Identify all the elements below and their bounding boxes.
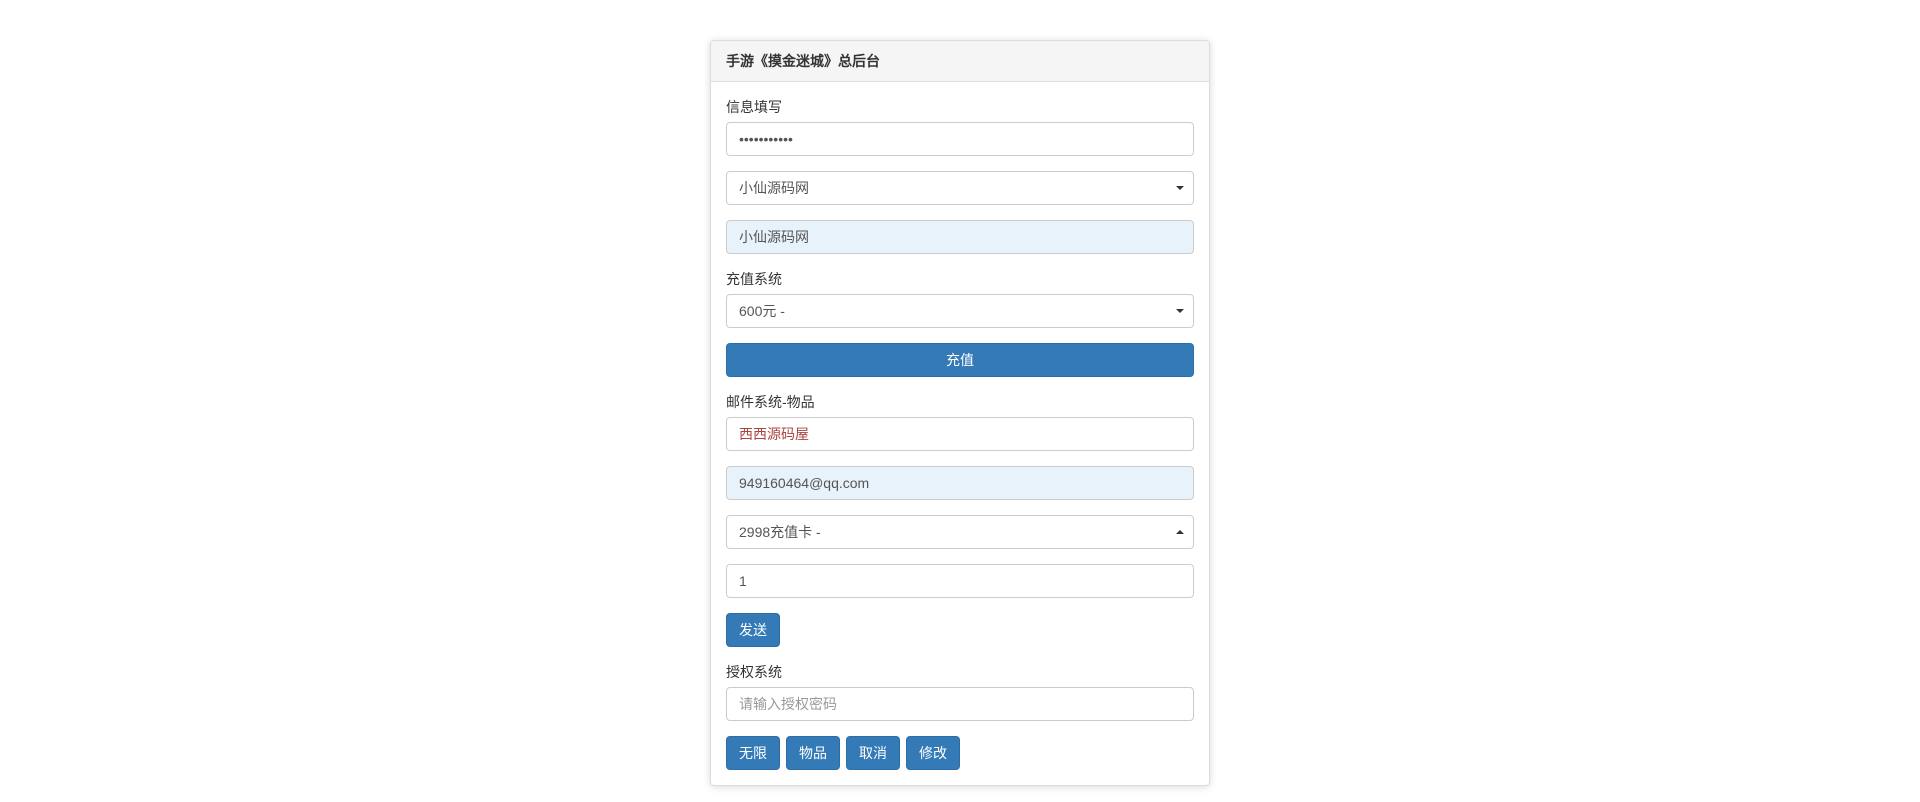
mail-item-dropdown[interactable]: 2998充值卡 -: [726, 515, 1194, 549]
mail-section: 邮件系统-物品: [726, 392, 1194, 451]
send-button[interactable]: 发送: [726, 613, 780, 647]
caret-up-icon: [1176, 530, 1184, 534]
select1-dropdown[interactable]: 小仙源码网: [726, 171, 1194, 205]
mail-item-select-wrapper: 2998充值卡 -: [726, 515, 1194, 549]
mail-quantity-input[interactable]: [726, 564, 1194, 598]
caret-down-icon: [1176, 309, 1184, 313]
mail-section-label: 邮件系统-物品: [726, 392, 1194, 412]
recharge-select-wrapper: 600元 -: [726, 294, 1194, 328]
panel-title: 手游《摸金迷城》总后台: [726, 51, 1194, 71]
auth-section: 授权系统: [726, 662, 1194, 721]
readonly-name-input[interactable]: [726, 220, 1194, 254]
mail-quantity-wrapper: [726, 564, 1194, 598]
mail-email-input[interactable]: [726, 466, 1194, 500]
unlimited-button[interactable]: 无限: [726, 736, 780, 770]
auth-button-row: 无限 物品 取消 修改: [726, 736, 1194, 770]
info-section-label: 信息填写: [726, 97, 1194, 117]
modify-button[interactable]: 修改: [906, 736, 960, 770]
recharge-amount-dropdown[interactable]: 600元 -: [726, 294, 1194, 328]
readonly1-wrapper: [726, 220, 1194, 254]
item-button[interactable]: 物品: [786, 736, 840, 770]
recharge-section-label: 充值系统: [726, 269, 1194, 289]
caret-down-icon: [1176, 186, 1184, 190]
auth-password-input[interactable]: [726, 687, 1194, 721]
panel-header: 手游《摸金迷城》总后台: [711, 41, 1209, 82]
mail-send-wrapper: 发送: [726, 613, 1194, 647]
recharge-button[interactable]: 充值: [726, 343, 1194, 377]
info-section: 信息填写: [726, 97, 1194, 156]
mail-sender-input[interactable]: [726, 417, 1194, 451]
cancel-button[interactable]: 取消: [846, 736, 900, 770]
recharge-button-wrapper: 充值: [726, 343, 1194, 377]
mail-email-wrapper: [726, 466, 1194, 500]
auth-section-label: 授权系统: [726, 662, 1194, 682]
panel-body: 信息填写 小仙源码网 充值系统 600元 - 充值 邮件系统-物品: [711, 82, 1209, 785]
recharge-section: 充值系统 600元 -: [726, 269, 1194, 328]
select1-wrapper: 小仙源码网: [726, 171, 1194, 205]
password-input[interactable]: [726, 122, 1194, 156]
admin-panel: 手游《摸金迷城》总后台 信息填写 小仙源码网 充值系统 600元 - 充值: [710, 40, 1210, 786]
